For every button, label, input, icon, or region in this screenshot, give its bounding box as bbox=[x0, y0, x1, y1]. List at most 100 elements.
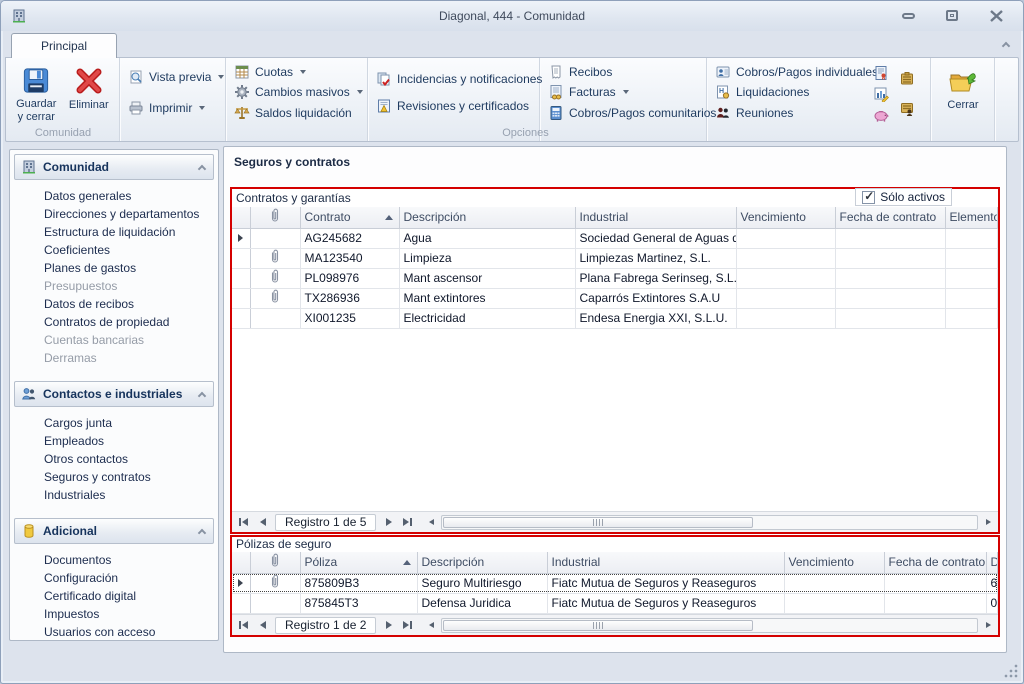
sidebar-section-comunidad[interactable]: Comunidad bbox=[14, 154, 214, 180]
print-button[interactable]: Imprimir bbox=[126, 99, 219, 117]
chevron-up-icon bbox=[1002, 41, 1010, 49]
record-counter: Registro 1 de 2 bbox=[275, 617, 376, 634]
minimize-button[interactable] bbox=[895, 7, 921, 24]
window-resize-grip[interactable] bbox=[1004, 664, 1018, 678]
sidebar-item-cuentas-bancarias[interactable]: Cuentas bancarias bbox=[14, 331, 214, 349]
cambios-masivos-button[interactable]: Cambios masivos bbox=[232, 83, 361, 101]
caja-persona-button[interactable] bbox=[897, 100, 917, 118]
table-row[interactable]: 875845T3 Defensa Juridica Fiatc Mutua de… bbox=[232, 593, 998, 613]
table-row[interactable]: TX286936 Mant extintores Caparrós Extint… bbox=[232, 288, 998, 308]
first-record-button[interactable] bbox=[235, 514, 252, 530]
sidebar-item-usuarios-acceso[interactable]: Usuarios con acceso bbox=[14, 623, 214, 641]
ribbon-collapse-button[interactable] bbox=[997, 36, 1015, 52]
sidebar-item-direcciones[interactable]: Direcciones y departamentos bbox=[14, 205, 214, 223]
close-button[interactable] bbox=[983, 7, 1009, 24]
table-row[interactable]: AG245682 Agua Sociedad General de Aguas … bbox=[232, 228, 998, 248]
cuotas-button[interactable]: Cuotas bbox=[232, 63, 361, 81]
column-header-fecha-contrato[interactable]: Fecha de contrato bbox=[835, 207, 945, 228]
caja-button[interactable] bbox=[897, 70, 917, 88]
hucha-button[interactable] bbox=[871, 106, 891, 124]
row-selector-cell bbox=[232, 593, 250, 613]
table-row[interactable]: MA123540 Limpieza Limpiezas Martinez, S.… bbox=[232, 248, 998, 268]
recibos-button[interactable]: Recibos bbox=[546, 63, 700, 81]
sidebar-item-coeficientes[interactable]: Coeficientes bbox=[14, 241, 214, 259]
column-header-vencimiento[interactable]: Vencimiento bbox=[736, 207, 835, 228]
scrollbar-track[interactable] bbox=[441, 618, 978, 633]
tab-principal[interactable]: Principal bbox=[11, 33, 117, 58]
preview-button[interactable]: Vista previa bbox=[126, 68, 219, 86]
facturas-button[interactable]: Facturas bbox=[546, 83, 700, 101]
sidebar-item-datos-recibos[interactable]: Datos de recibos bbox=[14, 295, 214, 313]
sidebar-item-otros-contactos[interactable]: Otros contactos bbox=[14, 450, 214, 468]
revisiones-button[interactable]: Revisiones y certificados bbox=[374, 97, 533, 115]
paperclip-icon bbox=[269, 269, 281, 284]
liquidaciones-button[interactable]: H Liquidaciones bbox=[713, 83, 859, 101]
cobros-pagos-individuales-button[interactable]: Cobros/Pagos individuales bbox=[713, 63, 859, 81]
sidebar-item-industriales[interactable]: Industriales bbox=[14, 486, 214, 504]
sidebar-section-adicional[interactable]: Adicional bbox=[14, 518, 214, 544]
delete-button[interactable]: Eliminar bbox=[65, 62, 114, 124]
sidebar-section-contactos[interactable]: Contactos e industriales bbox=[14, 381, 214, 407]
sidebar-item-seguros-contratos[interactable]: Seguros y contratos bbox=[14, 468, 214, 486]
horizontal-scrollbar[interactable] bbox=[424, 515, 995, 530]
incidencias-button[interactable]: Incidencias y notificaciones bbox=[374, 70, 533, 88]
restore-button[interactable] bbox=[939, 7, 965, 24]
attachment-column-header[interactable] bbox=[250, 207, 300, 228]
certificado-button[interactable] bbox=[871, 64, 891, 82]
close-view-button[interactable]: Cerrar bbox=[937, 62, 989, 123]
column-header-poliza[interactable]: Póliza bbox=[300, 552, 417, 573]
sidebar-item-presupuestos[interactable]: Presupuestos bbox=[14, 277, 214, 295]
sidebar-item-empleados[interactable]: Empleados bbox=[14, 432, 214, 450]
reuniones-button[interactable]: Reuniones bbox=[713, 104, 859, 122]
sidebar-item-configuracion[interactable]: Configuración bbox=[14, 569, 214, 587]
sidebar-item-cargos-junta[interactable]: Cargos junta bbox=[14, 414, 214, 432]
chevron-up-icon bbox=[198, 528, 206, 536]
cobros-pagos-comunitarios-button[interactable]: Cobros/Pagos comunitarios bbox=[546, 104, 700, 122]
column-header-descripcion[interactable]: Descripción bbox=[417, 552, 547, 573]
sidebar-item-derramas[interactable]: Derramas bbox=[14, 349, 214, 367]
grafico-button[interactable] bbox=[871, 85, 891, 103]
previous-record-button[interactable] bbox=[254, 617, 271, 633]
sidebar-item-documentos[interactable]: Documentos bbox=[14, 551, 214, 569]
previous-record-button[interactable] bbox=[254, 514, 271, 530]
piggy-bank-icon bbox=[873, 107, 889, 123]
table-row[interactable]: XI001235 Electricidad Endesa Energia XXI… bbox=[232, 308, 998, 328]
column-header-clipped[interactable]: D bbox=[986, 552, 998, 573]
sidebar-item-datos-generales[interactable]: Datos generales bbox=[14, 187, 214, 205]
scroll-right-button[interactable] bbox=[981, 515, 995, 529]
table-row[interactable]: PL098976 Mant ascensor Plana Fabrega Ser… bbox=[232, 268, 998, 288]
column-header-elemento[interactable]: Elemento bbox=[945, 207, 998, 228]
scrollbar-thumb[interactable] bbox=[443, 517, 753, 528]
sidebar-item-planes-gastos[interactable]: Planes de gastos bbox=[14, 259, 214, 277]
column-header-fecha-contrato[interactable]: Fecha de contrato bbox=[884, 552, 986, 573]
next-record-button[interactable] bbox=[380, 617, 397, 633]
scroll-left-button[interactable] bbox=[424, 618, 438, 632]
sidebar-item-contratos-propiedad[interactable]: Contratos de propiedad bbox=[14, 313, 214, 331]
last-record-button[interactable] bbox=[399, 617, 416, 633]
sidebar-items-adicional: Documentos Configuración Certificado dig… bbox=[14, 548, 214, 641]
next-record-button[interactable] bbox=[380, 514, 397, 530]
column-header-vencimiento[interactable]: Vencimiento bbox=[784, 552, 884, 573]
column-header-contrato[interactable]: Contrato bbox=[300, 207, 399, 228]
column-header-descripcion[interactable]: Descripción bbox=[399, 207, 575, 228]
scroll-right-button[interactable] bbox=[981, 618, 995, 632]
scroll-left-button[interactable] bbox=[424, 515, 438, 529]
solo-activos-checkbox[interactable] bbox=[862, 191, 875, 204]
attachment-column-header[interactable] bbox=[250, 552, 300, 573]
save-and-close-button[interactable]: Guardar y cerrar bbox=[12, 62, 61, 124]
sidebar-item-certificado-digital[interactable]: Certificado digital bbox=[14, 587, 214, 605]
sidebar-item-impuestos[interactable]: Impuestos bbox=[14, 605, 214, 623]
column-header-industrial[interactable]: Industrial bbox=[575, 207, 736, 228]
title-bar: Diagonal, 444 - Comunidad bbox=[1, 1, 1023, 31]
column-header-industrial[interactable]: Industrial bbox=[547, 552, 784, 573]
solo-activos-filter[interactable]: Sólo activos bbox=[855, 188, 952, 206]
scrollbar-thumb[interactable] bbox=[443, 620, 753, 631]
last-record-button[interactable] bbox=[399, 514, 416, 530]
sidebar-item-estructura-liquidacion[interactable]: Estructura de liquidación bbox=[14, 223, 214, 241]
horizontal-scrollbar[interactable] bbox=[424, 618, 995, 633]
saldos-liquidacion-button[interactable]: Saldos liquidación bbox=[232, 104, 361, 122]
recibos-label: Recibos bbox=[569, 65, 612, 79]
scrollbar-track[interactable] bbox=[441, 515, 978, 530]
first-record-button[interactable] bbox=[235, 617, 252, 633]
table-row[interactable]: 875809B3 Seguro Multiriesgo Fiatc Mutua … bbox=[232, 573, 998, 593]
